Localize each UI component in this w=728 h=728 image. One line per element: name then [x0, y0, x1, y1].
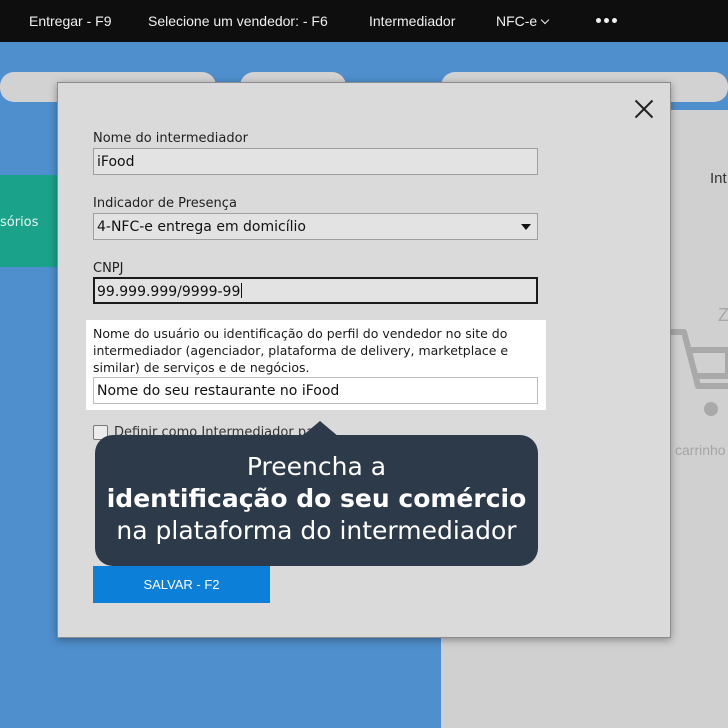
top-navigation-bar: Entregar - F9 Selecione um vendedor: - F…: [0, 0, 728, 42]
chevron-down-icon: [540, 15, 550, 25]
shopping-cart-icon: [668, 329, 728, 416]
more-options-icon[interactable]: [596, 18, 618, 24]
background-sidebar-item: sórios: [0, 175, 58, 267]
nav-entregar[interactable]: Entregar - F9: [29, 13, 111, 29]
save-button[interactable]: SALVAR - F2: [93, 566, 270, 603]
presence-indicator-select[interactable]: 4-NFC-e entrega em domicílio: [93, 213, 538, 240]
tooltip-line-2: identificação do seu comércio: [106, 484, 527, 513]
nav-selecione-vendedor[interactable]: Selecione um vendedor: - F6: [148, 13, 328, 29]
dropdown-arrow-icon: [521, 224, 531, 230]
intermediary-name-label: Nome do intermediador: [93, 131, 248, 146]
intermediary-name-field[interactable]: iFood: [93, 148, 538, 175]
tooltip-line-3: na plataforma do intermediador: [116, 516, 517, 545]
nav-nfce-dropdown[interactable]: NFC-e: [496, 13, 550, 29]
background-sidebar-item-label: sórios: [0, 215, 39, 230]
seller-profile-field[interactable]: Nome do seu restaurante no iFood: [93, 377, 538, 404]
help-tooltip: Preencha a identificação do seu comércio…: [95, 435, 538, 566]
nav-nfce-label: NFC-e: [496, 13, 538, 29]
background-cart-text: carrinho: [675, 442, 726, 458]
cnpj-label: CNPJ: [93, 261, 124, 276]
nav-intermediador[interactable]: Intermediador: [369, 13, 455, 29]
seller-profile-label: Nome do usuário ou identificação do perf…: [93, 326, 509, 375]
text-cursor: [241, 283, 243, 298]
cnpj-field[interactable]: 99.999.999/9999-99: [93, 277, 538, 304]
cnpj-value: 99.999.999/9999-99: [97, 284, 241, 300]
background-panel-title: Int: [710, 170, 727, 187]
presence-indicator-value: 4-NFC-e entrega em domicílio: [97, 219, 306, 235]
tooltip-line-1: Preencha a: [246, 452, 387, 481]
close-icon[interactable]: [633, 98, 655, 120]
background-empty-letter: Z: [718, 305, 728, 325]
presence-indicator-label: Indicador de Presença: [93, 196, 237, 211]
